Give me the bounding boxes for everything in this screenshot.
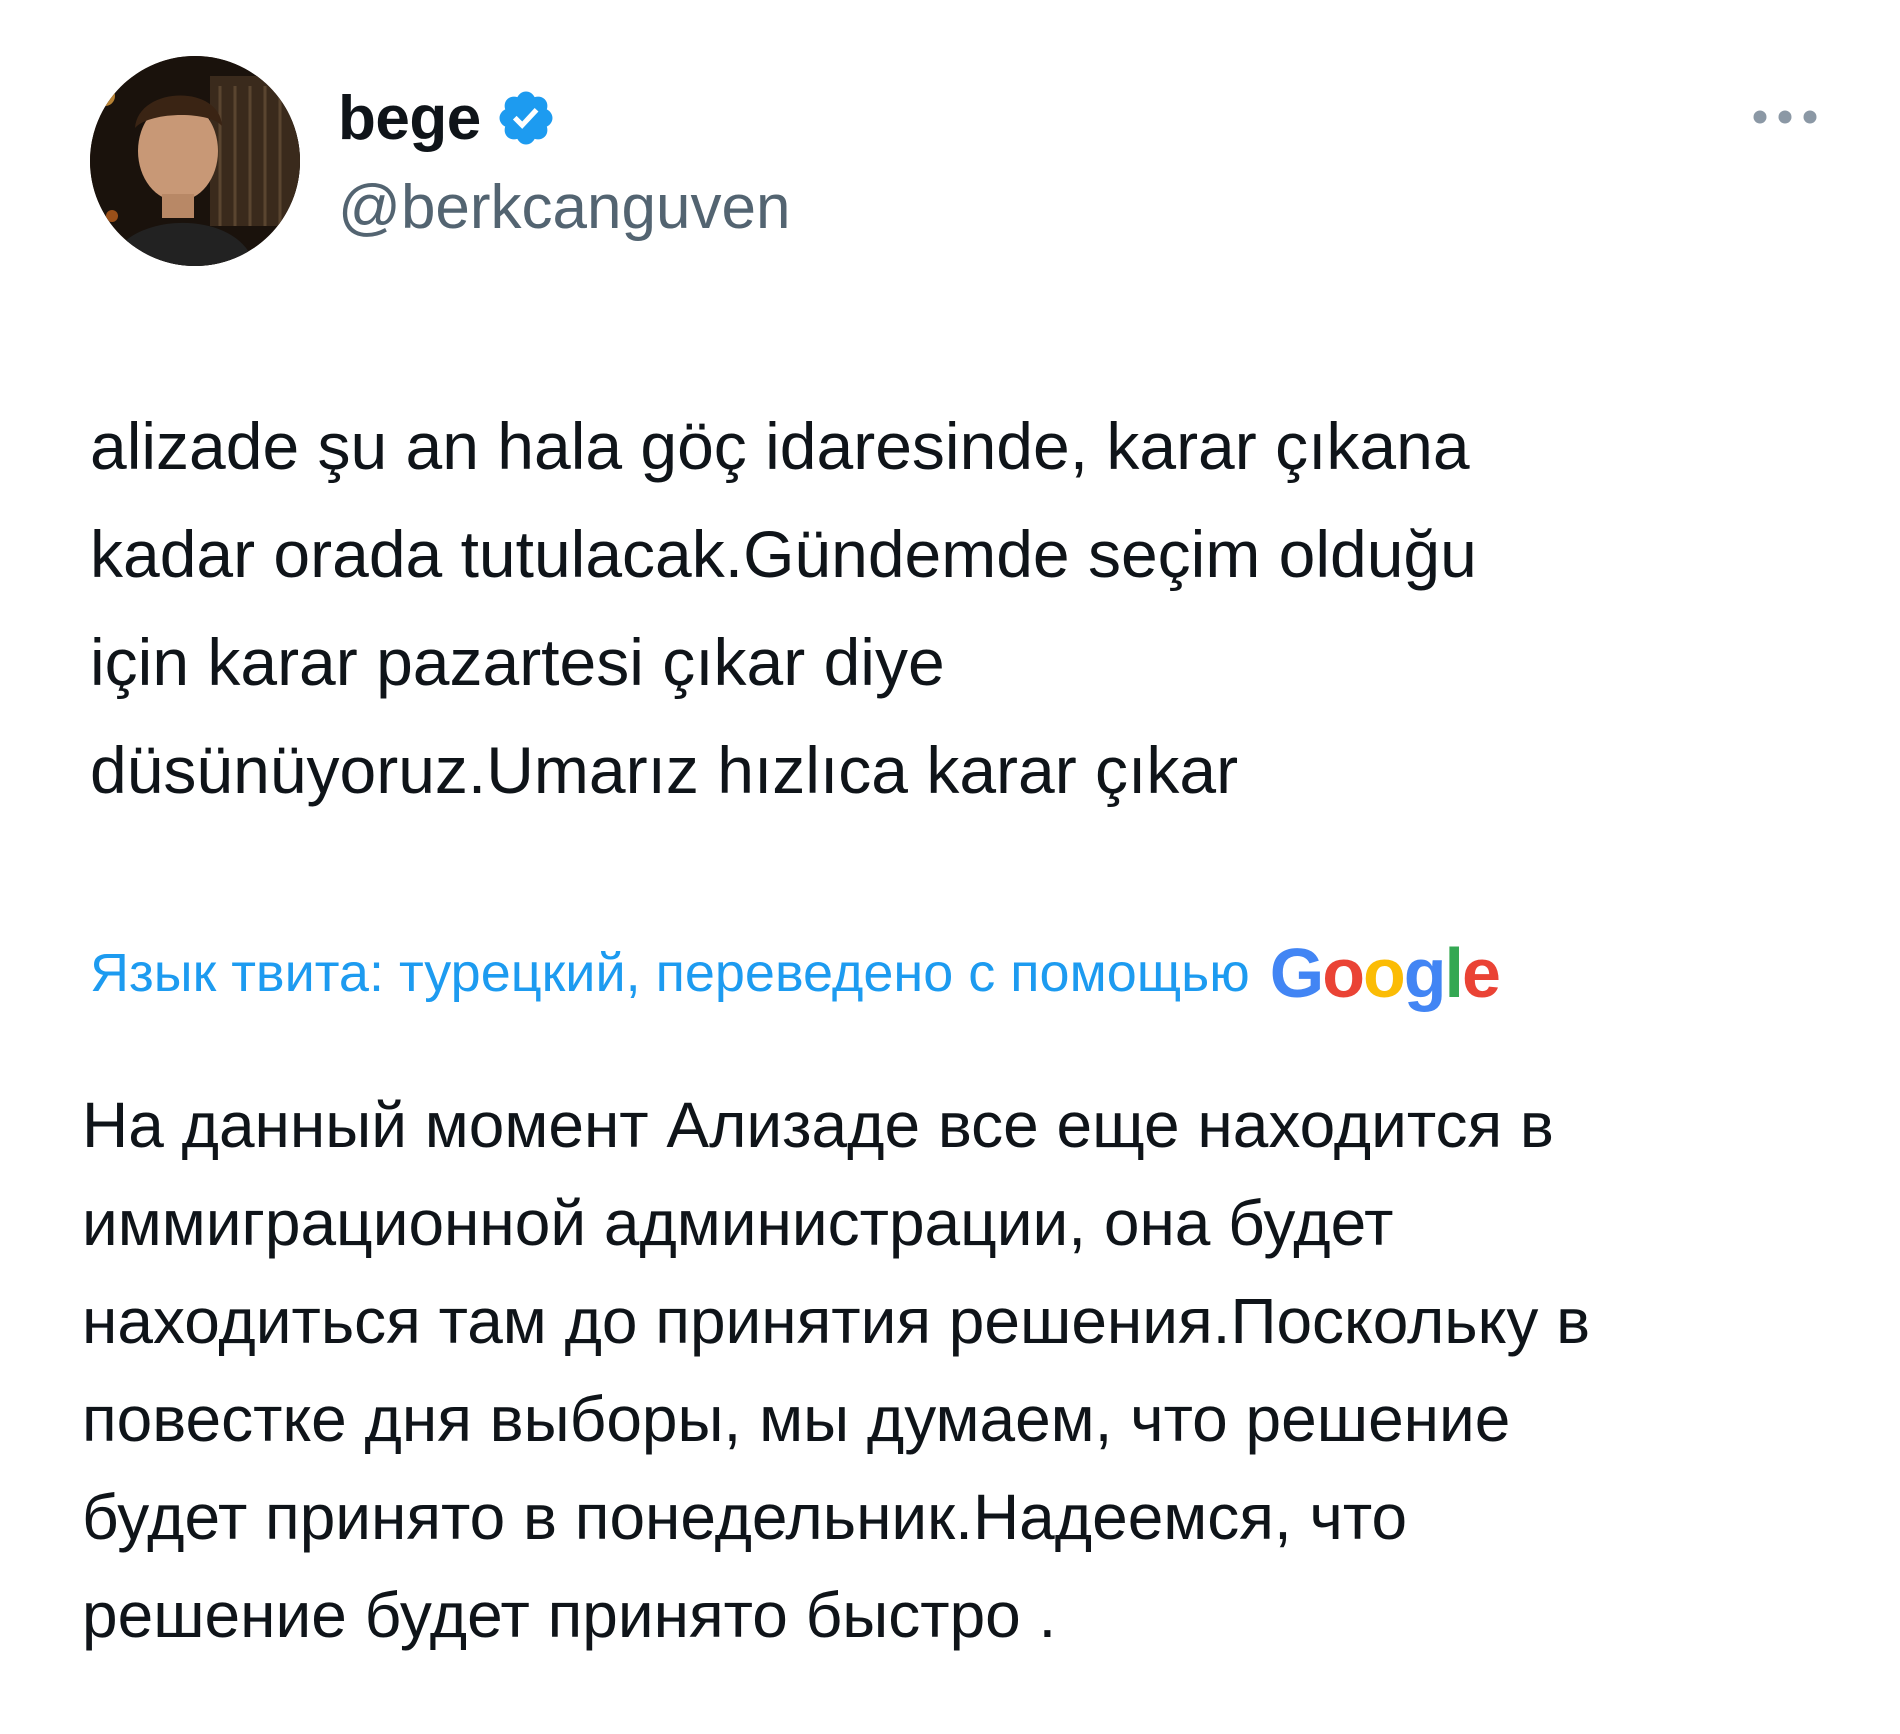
google-logo: Google (1269, 934, 1501, 1012)
translated-text: На данный момент Ализаде все еще находит… (82, 1089, 1591, 1651)
display-name[interactable]: bege (338, 83, 481, 154)
tweet-card: bege @berkcanguven alizade şu an hala gö… (0, 0, 1900, 1734)
author-name-row: bege (338, 78, 557, 158)
tweet-text: alizade şu an hala göç idaresinde, karar… (90, 409, 1477, 807)
translation-attribution[interactable]: Язык твита: турецкий, переведено с помощ… (90, 928, 1501, 1018)
more-horizontal-icon (1753, 110, 1817, 124)
avatar[interactable] (90, 56, 300, 266)
verified-badge-icon[interactable] (495, 87, 557, 149)
more-options-button[interactable] (1750, 92, 1820, 142)
avatar-photo (90, 56, 300, 266)
author-handle[interactable]: @berkcanguven (338, 172, 790, 243)
translation-label[interactable]: Язык твита: турецкий, переведено с помощ… (90, 942, 1250, 1004)
